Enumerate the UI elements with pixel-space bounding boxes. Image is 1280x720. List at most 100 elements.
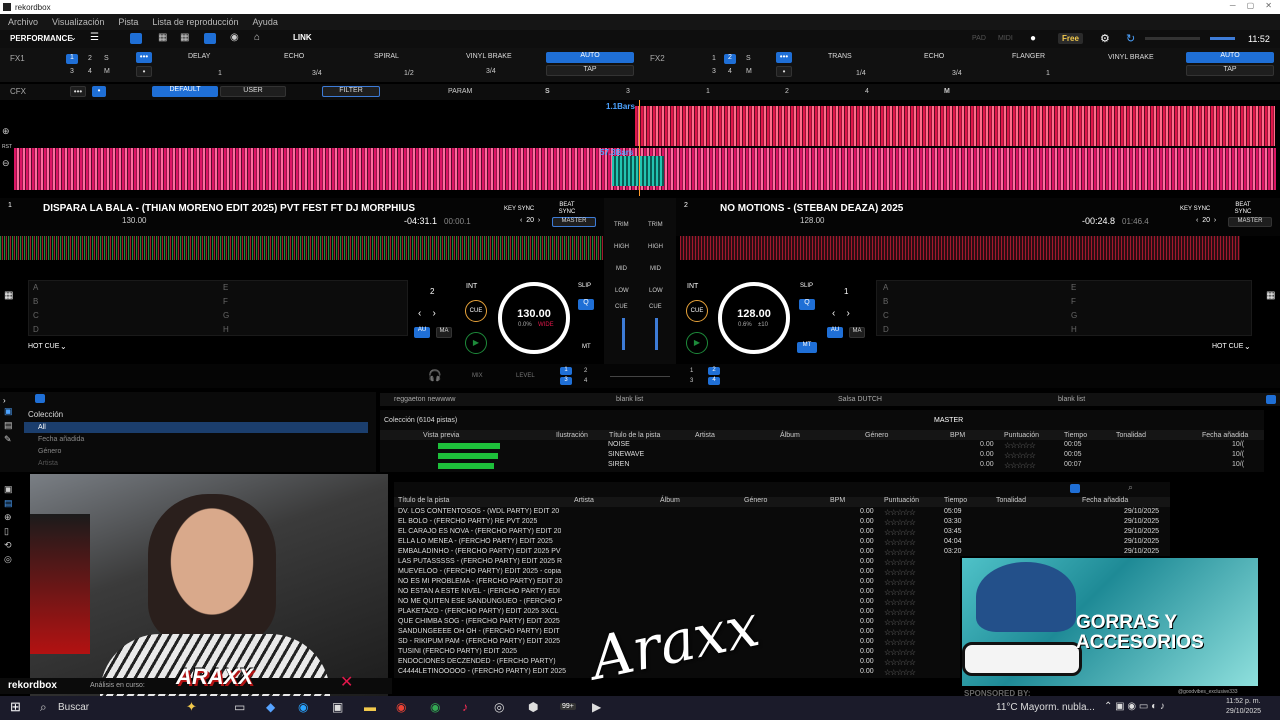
mixer-mid-2[interactable]: MID [650, 266, 661, 272]
track-rating[interactable]: ☆☆☆☆☆ [884, 578, 916, 587]
deck1-pad-d[interactable]: D [33, 325, 39, 334]
history-icon[interactable]: ▣ [4, 484, 13, 495]
weather-widget[interactable]: 11°C Mayorm. nubla... [996, 702, 1095, 713]
fx1-slot-1[interactable]: DELAY [188, 53, 210, 60]
track-rating[interactable]: ☆☆☆☆☆ [1004, 451, 1036, 460]
waveform-area[interactable]: 1.1Bars 57.3Bars ⊕ RST ⊖ [0, 100, 1280, 196]
deck1-int-selector[interactable]: INT [466, 283, 477, 290]
tab-view-icon[interactable] [1266, 395, 1276, 404]
tray-icons[interactable]: ⌃ ▣ ◉ ▭ ◐ ♪ [1104, 701, 1165, 712]
widgets-icon[interactable]: ✦ [186, 699, 197, 715]
obs-icon[interactable]: ◎ [494, 700, 504, 714]
mixer-cue-2[interactable]: CUE [649, 304, 662, 310]
deck2-beat-sync[interactable]: BEAT SYNC [1232, 202, 1254, 216]
zoom-in-icon[interactable]: ⊕ [2, 126, 10, 137]
deck-2-view-icon[interactable] [130, 33, 142, 44]
xfader-assign-1[interactable]: 1 [560, 367, 572, 375]
fx1-slot-3[interactable]: SPIRAL [374, 53, 399, 60]
menu-lista[interactable]: Lista de reproducción [152, 17, 238, 27]
deck2-quantize-button[interactable]: Q [799, 299, 815, 310]
track-rating[interactable]: ☆☆☆☆☆ [884, 668, 916, 677]
deck1-pad-c[interactable]: C [33, 311, 39, 320]
taskbar-search[interactable]: Buscar [58, 702, 89, 713]
edge-icon[interactable]: ◉ [298, 700, 308, 714]
track-rating[interactable]: ☆☆☆☆☆ [884, 648, 916, 657]
fx2-mode-button[interactable]: • [776, 66, 792, 77]
track-rating[interactable]: ☆☆☆☆☆ [884, 598, 916, 607]
tree-collapse-icon[interactable]: › [3, 396, 6, 405]
mixer-mid-1[interactable]: MID [616, 266, 627, 272]
deck1-pad-mode-icon[interactable]: ▦ [4, 290, 13, 301]
deck2-mt-button[interactable]: MT [797, 342, 817, 353]
collection-master-selector[interactable]: MASTER [934, 417, 963, 424]
tree-item-date[interactable]: Fecha añadida [38, 436, 84, 443]
col-bpm[interactable]: BPM [950, 432, 965, 439]
taskbar-search-icon[interactable]: ⌕ [40, 700, 47, 715]
fx1-brake[interactable]: VINYL BRAKE [466, 53, 512, 60]
fx1-deck-4-button[interactable]: 4 [88, 68, 92, 75]
deck2-loop-arrows-icon[interactable]: ‹ › [832, 308, 850, 319]
explorer-folder-icon[interactable]: ▬ [364, 700, 376, 714]
info-icon[interactable]: ● [1030, 33, 1036, 44]
xfader-b-assign-1[interactable]: 1 [690, 368, 693, 374]
edit-icon[interactable]: ✎ [4, 434, 12, 445]
cfx-mode-button[interactable]: • [92, 86, 106, 97]
window-controls[interactable]: ─ ▢ ✕ [1230, 1, 1272, 10]
devices-icon[interactable]: ▯ [4, 526, 9, 537]
track-rating[interactable]: ☆☆☆☆☆ [1004, 441, 1036, 450]
deck2-pad-a[interactable]: A [883, 283, 888, 292]
list-search-icon[interactable]: ⌕ [1128, 482, 1133, 493]
col-album[interactable]: Álbum [780, 432, 800, 439]
deck1-quantize-button[interactable]: Q [578, 299, 594, 310]
tree-item-all[interactable]: All [24, 422, 368, 433]
track-rating[interactable]: ☆☆☆☆☆ [884, 508, 916, 517]
track-rating[interactable]: ☆☆☆☆☆ [884, 658, 916, 667]
grid-view-icon[interactable]: ▦ [158, 32, 167, 43]
deck1-key-sync[interactable]: KEY SYNC [504, 206, 534, 212]
task-view-icon[interactable]: ▭ [234, 700, 245, 714]
list-col-album[interactable]: Álbum [660, 497, 680, 504]
fx1-more-icon[interactable]: ••• [136, 52, 152, 63]
reset-zoom-button[interactable]: RST [2, 144, 12, 150]
deck2-pad-h[interactable]: H [1071, 325, 1077, 334]
deck2-pad-c[interactable]: C [883, 311, 889, 320]
mixer-cue-1[interactable]: CUE [615, 304, 628, 310]
fx1-auto-button[interactable]: AUTO [546, 52, 634, 63]
col-artist[interactable]: Artista [695, 432, 715, 439]
sync-manager-icon[interactable]: ⟲ [4, 540, 12, 551]
fx1-deck-2-button[interactable]: 2 [88, 55, 92, 62]
fx2-deck-2-button[interactable]: 2 [724, 54, 736, 64]
track-rating[interactable]: ☆☆☆☆☆ [884, 608, 916, 617]
deck1-hotcue-label[interactable]: HOT CUE [28, 343, 59, 350]
deck2-key-sync[interactable]: KEY SYNC [1180, 206, 1210, 212]
rekordbox-taskbar-icon[interactable]: ▶ [592, 700, 601, 714]
deck2-pad-b[interactable]: B [883, 297, 888, 306]
fx2-auto-button[interactable]: AUTO [1186, 52, 1274, 63]
track-rating[interactable]: ☆☆☆☆☆ [884, 538, 916, 547]
xfader-assign-2[interactable]: 2 [584, 368, 587, 374]
fx1-deck-m-button[interactable]: M [104, 68, 110, 75]
fx1-slot-2[interactable]: ECHO [284, 53, 304, 60]
volume-slider[interactable] [1210, 37, 1235, 40]
deck2-pad-f[interactable]: F [1071, 297, 1076, 306]
col-date[interactable]: Fecha añadida [1202, 432, 1248, 439]
tiktok-icon[interactable]: ♪ [462, 700, 468, 714]
mixer-low-1[interactable]: LOW [615, 288, 629, 294]
deck1-pad-f[interactable]: F [223, 297, 228, 306]
menu-pista[interactable]: Pista [118, 17, 138, 27]
track-rating[interactable]: ☆☆☆☆☆ [1004, 461, 1036, 470]
xfader-assign-3[interactable]: 3 [560, 377, 572, 385]
cfx-filter-button[interactable]: FILTER [322, 86, 380, 97]
deck1-slip-button[interactable]: SLIP [578, 283, 591, 289]
sampler-icon[interactable]: ▦ [180, 32, 189, 43]
deck2-pad-g[interactable]: G [1071, 311, 1077, 320]
channel-2-fader[interactable] [655, 318, 658, 350]
col-preview[interactable]: Vista previa [423, 432, 459, 439]
tag-list-icon[interactable]: ▤ [4, 498, 13, 509]
fx2-tap-button[interactable]: TAP [1186, 65, 1274, 76]
deck1-overview-waveform[interactable] [0, 236, 604, 260]
deck2-au-button[interactable]: AU [827, 327, 843, 338]
fx1-deck-1-button[interactable]: 1 [66, 54, 78, 64]
deck1-pad-a[interactable]: A [33, 283, 38, 292]
tab-salsa-dutch[interactable]: Salsa DUTCH [838, 396, 882, 403]
